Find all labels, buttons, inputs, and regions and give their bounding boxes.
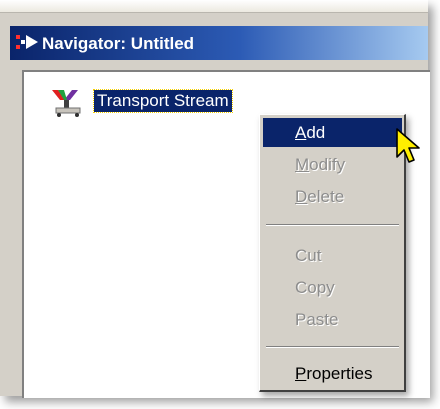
menu-item-properties[interactable]: Properties <box>263 359 402 388</box>
mouse-pointer-icon <box>396 128 420 163</box>
transport-stream-icon <box>52 90 81 117</box>
menu-item-properties-label: roperties <box>306 364 373 383</box>
menu-separator <box>266 346 399 348</box>
tree-node-label[interactable]: Transport Stream <box>93 89 233 113</box>
menu-item-delete-label: elete <box>307 187 345 206</box>
menu-item-add-mnemonic: A <box>295 123 307 142</box>
window-top-strip <box>0 0 428 13</box>
navigator-arrow-icon <box>16 35 38 49</box>
menu-item-modify-label: odify <box>309 155 346 174</box>
context-menu: Add Modify Delete Cut Copy Paste Propert… <box>259 114 406 392</box>
navigator-window: Navigator: Untitled Transport Stream Add… <box>0 0 430 398</box>
menu-item-add[interactable]: Add <box>263 118 402 147</box>
menu-item-properties-mnemonic: P <box>295 364 307 383</box>
menu-item-cut[interactable]: Cut <box>263 241 402 270</box>
title-bar[interactable]: Navigator: Untitled <box>10 26 428 60</box>
menu-item-modify[interactable]: Modify <box>263 150 402 179</box>
menu-item-delete-mnemonic: D <box>295 187 308 206</box>
menu-item-delete[interactable]: Delete <box>263 182 402 211</box>
menu-item-add-label: dd <box>306 123 326 142</box>
menu-item-modify-mnemonic: M <box>295 155 310 174</box>
menu-item-copy[interactable]: Copy <box>263 273 402 302</box>
menu-item-paste[interactable]: Paste <box>263 305 402 334</box>
window-title: Navigator: Untitled <box>42 34 195 53</box>
menu-separator <box>266 224 399 226</box>
